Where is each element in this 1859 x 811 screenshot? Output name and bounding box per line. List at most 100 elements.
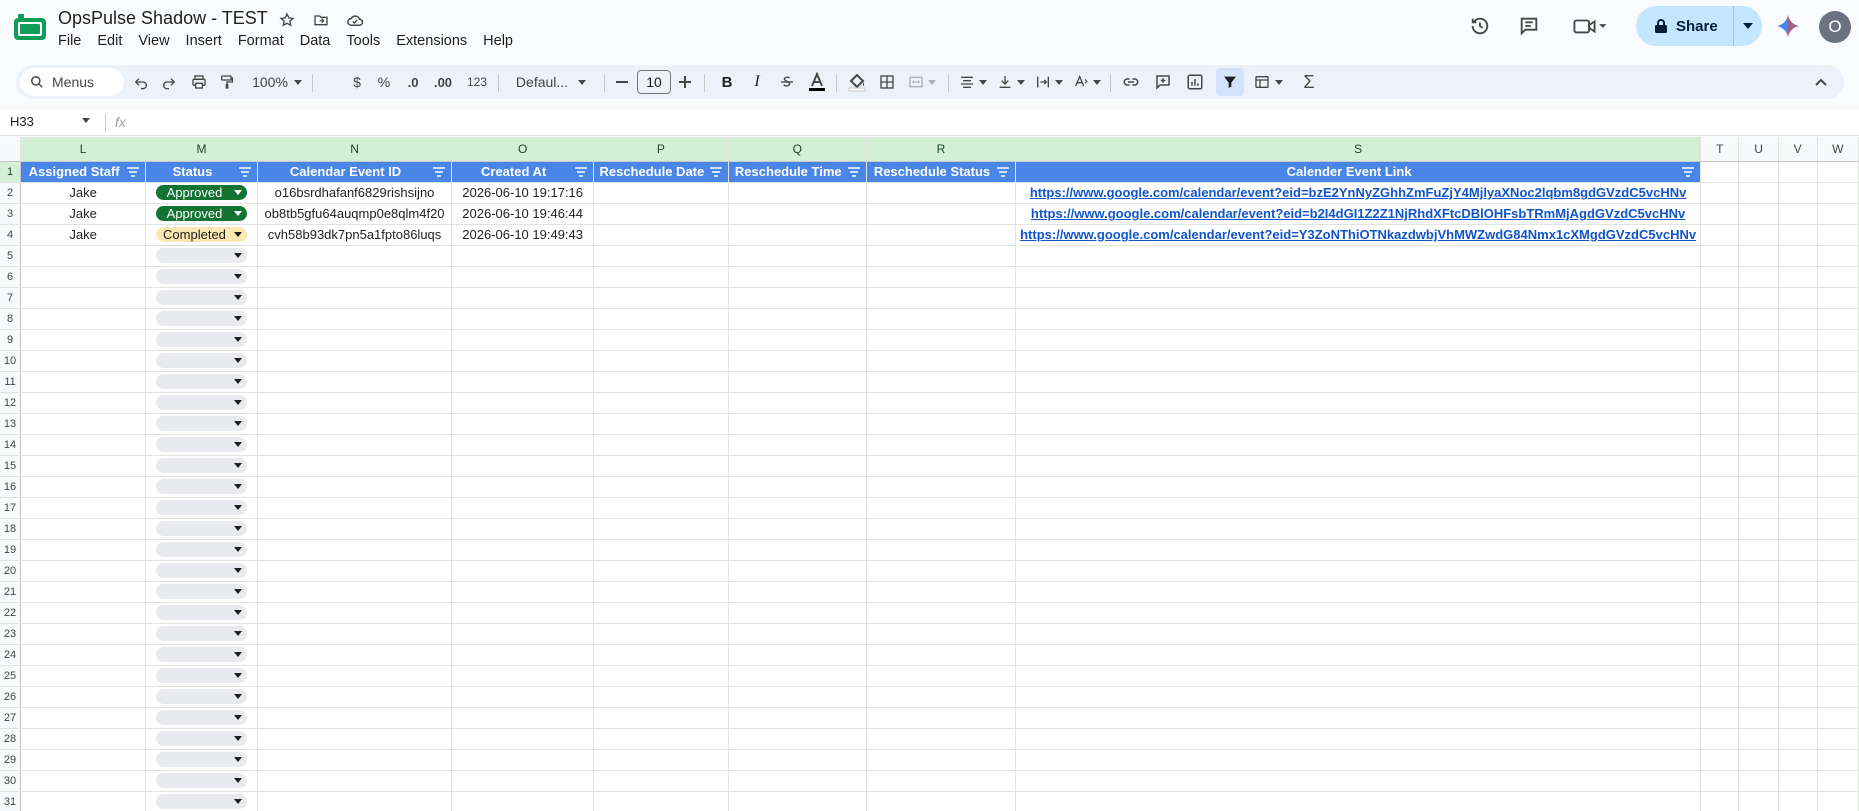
cell[interactable] [20,665,147,687]
cell[interactable] [1817,686,1859,708]
header-cell[interactable]: Calendar Event ID [257,161,453,183]
created-at-cell[interactable]: 2026-06-10 19:46:44 [451,203,595,225]
status-cell[interactable] [145,623,258,645]
cell[interactable] [1700,665,1740,687]
cell[interactable] [1738,434,1779,456]
event-link-cell[interactable]: https://www.google.com/calendar/event?ei… [1015,203,1702,225]
cell[interactable] [866,434,1017,456]
cell[interactable] [1817,266,1859,288]
cell[interactable] [866,182,1017,204]
cell[interactable] [1817,707,1859,729]
cell[interactable] [1015,434,1702,456]
cell[interactable] [20,476,147,498]
row-header[interactable]: 10 [0,350,22,372]
cell[interactable] [728,665,867,687]
cell[interactable] [1738,392,1779,414]
row-header[interactable]: 11 [0,371,22,393]
cell[interactable] [866,287,1017,309]
row-header[interactable]: 7 [0,287,22,309]
cell[interactable] [451,728,595,750]
status-dropdown-chip[interactable] [156,500,247,515]
staff-cell[interactable]: Jake [20,203,147,225]
cell[interactable] [1778,308,1818,330]
cell[interactable] [1015,455,1702,477]
cell[interactable] [1015,791,1702,811]
text-wrapping-icon[interactable] [1032,65,1066,99]
row-header[interactable]: 30 [0,770,22,792]
cell[interactable] [20,308,147,330]
cell[interactable] [1778,161,1818,183]
cell[interactable] [728,329,867,351]
cell[interactable] [593,308,729,330]
cell[interactable] [1015,518,1702,540]
cell[interactable] [728,560,867,582]
cell[interactable] [1778,602,1818,624]
paint-format-icon[interactable] [214,65,240,99]
cell[interactable] [1015,308,1702,330]
menus-search[interactable]: Menus [20,68,124,96]
row-header[interactable]: 12 [0,392,22,414]
row-header[interactable]: 5 [0,245,22,267]
cell[interactable] [728,308,867,330]
text-color-icon[interactable] [804,65,830,99]
cell[interactable] [593,770,729,792]
status-dropdown-chip[interactable] [156,605,247,620]
cell[interactable] [1700,770,1740,792]
cell[interactable] [728,245,867,267]
cell[interactable] [1738,182,1779,204]
cell[interactable] [1700,308,1740,330]
cell[interactable] [866,539,1017,561]
cell[interactable] [1015,728,1702,750]
cell[interactable] [728,287,867,309]
cell[interactable] [1738,560,1779,582]
cell[interactable] [451,623,595,645]
cell[interactable] [1700,224,1740,246]
cell[interactable] [593,371,729,393]
cell[interactable] [593,455,729,477]
status-cell[interactable] [145,287,258,309]
increase-decimal-button[interactable]: .00 [428,65,458,99]
row-header[interactable]: 27 [0,707,22,729]
row-header[interactable]: 19 [0,539,22,561]
cell[interactable] [257,749,453,771]
cell[interactable] [1817,518,1859,540]
cell[interactable] [1015,686,1702,708]
cell[interactable] [20,770,147,792]
status-dropdown-chip[interactable] [156,353,247,368]
cell[interactable] [20,518,147,540]
cell[interactable] [1015,539,1702,561]
cell[interactable] [1817,329,1859,351]
cell[interactable] [1738,329,1779,351]
cell[interactable] [728,371,867,393]
status-dropdown-chip[interactable] [156,542,247,557]
header-cell[interactable]: Calender Event Link [1015,161,1702,183]
cell[interactable] [1700,350,1740,372]
header-cell[interactable]: Reschedule Date [593,161,729,183]
cell[interactable] [866,371,1017,393]
cell[interactable] [728,707,867,729]
row-header[interactable]: 8 [0,308,22,330]
cell[interactable] [1817,728,1859,750]
status-dropdown-chip[interactable] [156,521,247,536]
cell[interactable] [257,770,453,792]
cell[interactable] [866,686,1017,708]
cell[interactable] [1700,539,1740,561]
status-dropdown-chip[interactable] [156,458,247,473]
print-icon[interactable] [186,65,212,99]
status-cell[interactable] [145,644,258,666]
cell[interactable] [1700,476,1740,498]
column-header-q[interactable]: Q [728,137,867,162]
cell[interactable] [257,476,453,498]
menu-tools[interactable]: Tools [338,32,388,50]
cell[interactable] [257,602,453,624]
row-header[interactable]: 4 [0,224,22,246]
cell[interactable] [451,497,595,519]
cell[interactable] [1700,329,1740,351]
undo-icon[interactable] [128,65,154,99]
cell[interactable] [593,518,729,540]
cell[interactable] [1817,455,1859,477]
cell[interactable] [20,728,147,750]
merge-cells-icon[interactable] [904,65,940,99]
cell[interactable] [1738,497,1779,519]
cell[interactable] [728,770,867,792]
